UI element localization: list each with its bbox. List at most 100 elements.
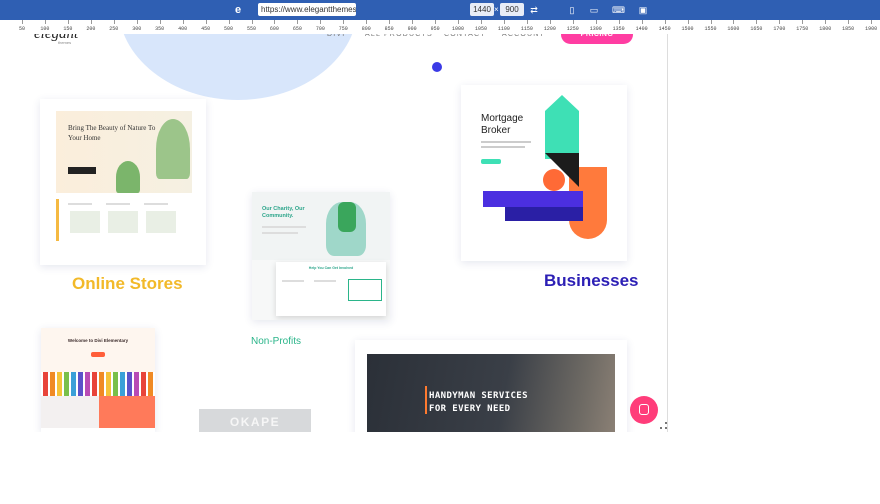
ruler-tick-label: 100 [40, 26, 50, 32]
ruler-tick-label: 1200 [543, 26, 556, 32]
online-store-title: Bring The Beauty of Nature To Your Home [68, 124, 156, 142]
teal-shape [545, 95, 579, 159]
nonprofit-title: Our Charity, Our Community. [262, 206, 305, 219]
ruler-tick-label: 750 [338, 26, 348, 32]
text-line [282, 280, 304, 282]
ruler-tick-label: 1550 [704, 26, 717, 32]
accent-bar [56, 199, 59, 241]
text-line [144, 203, 168, 205]
width-input[interactable]: 1440 [470, 3, 494, 16]
pixel-ruler: 50 100 150 200 250 300 350 400 450 500 550 600 650 70… [0, 20, 880, 34]
elementary-card[interactable]: Welcome to Divi Elementary [41, 328, 155, 432]
cursor-dot [432, 62, 442, 72]
ruler-tick-label: 550 [246, 26, 257, 32]
url-field[interactable]: https://www.elegantthemes.com [258, 3, 356, 16]
text-line [481, 141, 531, 143]
ruler-tick-label: 850 [384, 26, 394, 32]
text-line [68, 203, 92, 205]
handyman-title: HANDYMAN SERVICES FOR EVERY NEED [429, 391, 528, 414]
ruler-tick-mark [389, 20, 391, 24]
ruler-tick-mark [228, 20, 230, 24]
ruler-tick-label: 950 [430, 26, 440, 32]
empty-canvas [668, 34, 880, 432]
nonprofits-label[interactable]: Non-Profits [251, 336, 301, 347]
ruler-tick-mark [67, 20, 69, 24]
ruler-tick-label: 650 [292, 26, 302, 32]
ruler-tick-mark [526, 20, 528, 24]
ruler-tick-label: 1750 [796, 26, 809, 32]
desktop-icon[interactable]: ▣ [637, 4, 649, 16]
ruler-tick-label: 1050 [474, 26, 488, 32]
ruler-tick-label: 1450 [658, 26, 671, 32]
tablet-icon[interactable]: ▭ [588, 4, 600, 16]
text-line [106, 203, 130, 205]
ruler-tick-mark [458, 20, 460, 24]
ruler-tick-label: 200 [86, 26, 96, 32]
ruler-tick-mark [366, 20, 368, 24]
ruler-tick-label: 1600 [727, 26, 740, 32]
ruler-tick-label: 450 [201, 26, 211, 32]
orange-circle [543, 169, 565, 191]
pencil [127, 372, 132, 398]
phone-icon[interactable]: ▯ [566, 4, 578, 16]
ruler-tick-label: 1650 [750, 26, 763, 32]
ruler-tick-mark [848, 20, 850, 24]
business-card[interactable]: Mortgage Broker [461, 85, 627, 261]
info-panel [41, 396, 99, 428]
ruler-tick-label: 1350 [612, 26, 625, 32]
handyman-card[interactable]: HANDYMAN SERVICES FOR EVERY NEED [355, 340, 627, 432]
ruler-tick-mark [113, 20, 115, 24]
panel-title: Help You Can Get Involved [308, 266, 354, 270]
ruler-tick-label: 500 [224, 26, 234, 32]
nonprofit-card[interactable]: Our Charity, Our Community. Help You Can… [252, 192, 390, 320]
elegant-e-icon[interactable]: e [232, 4, 244, 16]
laptop-icon[interactable]: ⌨ [612, 4, 625, 16]
online-store-card[interactable]: Bring The Beauty of Nature To Your Home [40, 99, 206, 265]
ruler-tick-mark [22, 20, 23, 24]
pencil [85, 372, 90, 398]
ruler-tick-mark [90, 20, 92, 24]
highlight-box [348, 279, 382, 301]
height-input[interactable]: 900 [500, 3, 524, 16]
ruler-tick-label: 1000 [452, 26, 465, 32]
online-store-hero: Bring The Beauty of Nature To Your Home [56, 111, 192, 193]
ruler-tick-mark [343, 20, 345, 24]
purple-bar [483, 191, 583, 207]
pencil [120, 372, 125, 398]
product-thumbnail [70, 211, 100, 233]
pencil [57, 372, 62, 398]
ruler-tick-mark [182, 20, 184, 24]
pencil [78, 372, 83, 398]
resize-grip[interactable] [660, 422, 667, 429]
pencil [92, 372, 97, 398]
text-line [262, 232, 298, 234]
online-stores-label[interactable]: Online Stores [72, 274, 183, 294]
ruler-tick-label: 350 [155, 26, 165, 32]
pencil [113, 372, 118, 398]
ruler-tick-label: 1100 [497, 26, 510, 32]
rotate-icon[interactable]: ⇄ [528, 4, 540, 16]
ruler-tick-mark [802, 20, 804, 24]
business-title: Mortgage Broker [481, 113, 524, 136]
okape-card[interactable]: OKAPE [199, 409, 311, 432]
ruler-tick-label: 1900 [865, 26, 878, 32]
nonprofit-hero: Our Charity, Our Community. [252, 192, 390, 260]
responsive-preview-app: e https://www.elegantthemes.com 1440 × 9… [0, 0, 880, 504]
ruler-tick-mark [297, 20, 299, 24]
ruler-tick-mark [733, 20, 735, 24]
ruler-tick-mark [618, 20, 620, 24]
pencil [148, 372, 153, 398]
product-thumbnail [146, 211, 176, 233]
ruler-tick-mark [251, 20, 253, 24]
chat-button[interactable] [630, 396, 658, 424]
ruler-tick-label: 1150 [520, 26, 533, 32]
shop-button [68, 167, 96, 174]
ruler-tick-mark [136, 20, 138, 24]
bottom-area [0, 432, 880, 504]
ruler-tick-label: 300 [132, 26, 142, 32]
site-logo-sub: themes [58, 40, 72, 45]
info-panel [99, 396, 155, 428]
businesses-label[interactable]: Businesses [544, 271, 639, 291]
elementary-hero: Welcome to Divi Elementary [41, 328, 155, 372]
ruler-tick-mark [549, 20, 551, 24]
